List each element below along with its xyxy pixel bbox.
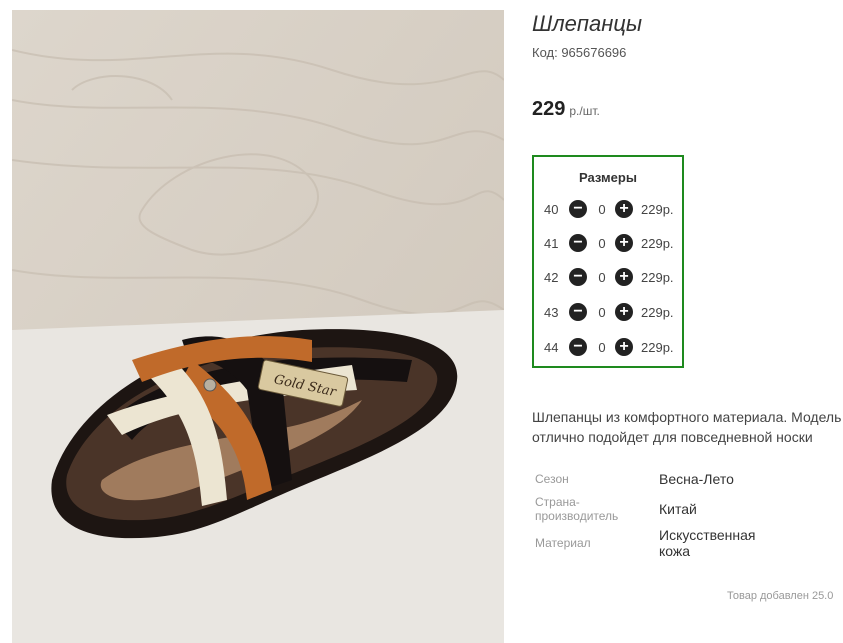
minus-circle-icon: −: [573, 200, 583, 217]
description-line: отлично подойдет для повседневной носки: [532, 429, 813, 445]
spec-value-season: Весна-Лето: [659, 471, 734, 487]
increase-quantity-button[interactable]: +: [615, 268, 633, 286]
spec-label-line: производитель: [535, 509, 619, 523]
size-row: 40 − 0 + 229р.: [544, 199, 684, 221]
size-label: 40: [544, 202, 559, 217]
increase-quantity-button[interactable]: +: [615, 303, 633, 321]
increase-quantity-button[interactable]: +: [615, 200, 633, 218]
increase-quantity-button[interactable]: +: [615, 338, 633, 356]
spec-value-country: Китай: [659, 501, 697, 517]
plus-circle-icon: +: [619, 234, 629, 251]
size-price: 229р.: [641, 270, 674, 285]
spec-value-material: Искусственная кожа: [659, 527, 756, 559]
quantity-value[interactable]: 0: [596, 270, 608, 285]
size-label: 43: [544, 305, 559, 320]
increase-quantity-button[interactable]: +: [615, 234, 633, 252]
minus-circle-icon: −: [573, 234, 583, 251]
spec-value-line: кожа: [659, 543, 691, 559]
decrease-quantity-button[interactable]: −: [569, 338, 587, 356]
date-added: Товар добавлен 25.0: [727, 590, 834, 602]
product-price: 229 р./шт.: [532, 98, 600, 121]
size-label: 41: [544, 236, 559, 251]
size-row: 43 − 0 + 229р.: [544, 302, 684, 324]
description-line: Шлепанцы из комфортного материала. Модел…: [532, 409, 842, 425]
size-price: 229р.: [641, 340, 674, 355]
quantity-value[interactable]: 0: [596, 202, 608, 217]
quantity-value[interactable]: 0: [596, 305, 608, 320]
minus-circle-icon: −: [573, 303, 583, 320]
size-label: 44: [544, 340, 559, 355]
decrease-quantity-button[interactable]: −: [569, 200, 587, 218]
spec-label-country: Страна- производитель: [535, 495, 618, 523]
size-row: 42 − 0 + 229р.: [544, 267, 684, 289]
plus-circle-icon: +: [619, 303, 629, 320]
size-label: 42: [544, 270, 559, 285]
decrease-quantity-button[interactable]: −: [569, 268, 587, 286]
size-price: 229р.: [641, 202, 674, 217]
size-price: 229р.: [641, 236, 674, 251]
spec-label-line: Страна-: [535, 495, 580, 509]
spec-label-season: Сезон: [535, 472, 569, 486]
plus-circle-icon: +: [619, 268, 629, 285]
price-amount: 229: [532, 98, 566, 120]
product-description: Шлепанцы из комфортного материала. Модел…: [532, 407, 843, 447]
product-photo[interactable]: Gold Star: [12, 10, 504, 643]
plus-circle-icon: +: [619, 338, 629, 355]
price-unit: р./шт.: [569, 104, 600, 118]
product-code: Код: 965676696: [532, 45, 627, 60]
size-row: 41 − 0 + 229р.: [544, 233, 684, 255]
size-price: 229р.: [641, 305, 674, 320]
quantity-value[interactable]: 0: [596, 340, 608, 355]
product-title: Шлепанцы: [532, 11, 643, 36]
minus-circle-icon: −: [573, 338, 583, 355]
plus-circle-icon: +: [619, 200, 629, 217]
quantity-value[interactable]: 0: [596, 236, 608, 251]
decrease-quantity-button[interactable]: −: [569, 234, 587, 252]
size-row: 44 − 0 + 229р.: [544, 337, 684, 359]
decrease-quantity-button[interactable]: −: [569, 303, 587, 321]
sizes-panel: Размеры 40 − 0 + 229р. 41 − 0 + 229р. 42…: [532, 155, 684, 368]
sandal-image: Gold Star: [12, 10, 504, 643]
spec-label-material: Материал: [535, 536, 591, 550]
sizes-heading: Размеры: [579, 170, 637, 185]
minus-circle-icon: −: [573, 268, 583, 285]
spec-value-line: Искусственная: [659, 527, 756, 543]
